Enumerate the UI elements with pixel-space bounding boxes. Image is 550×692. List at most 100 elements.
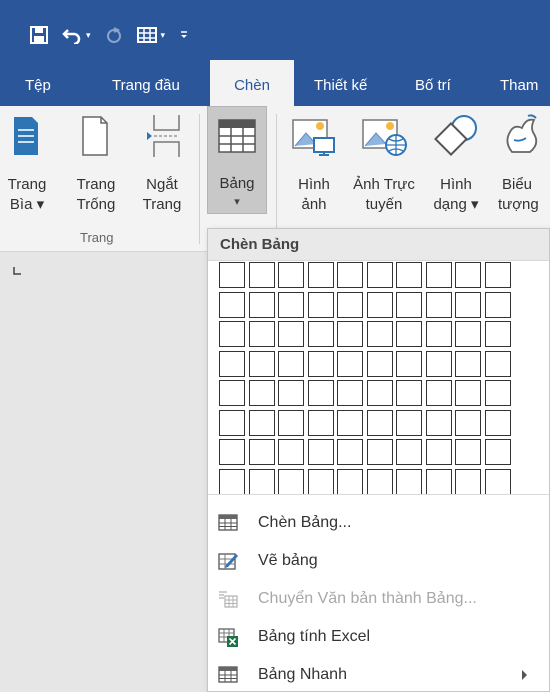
grid-cell[interactable] (248, 380, 275, 406)
grid-cell[interactable] (484, 468, 511, 495)
shapes-button[interactable]: Hình dạng ▾ (426, 106, 486, 226)
grid-cell[interactable] (366, 409, 393, 436)
icons-button[interactable]: Biểu tượng (490, 106, 550, 226)
grid-cell[interactable] (307, 321, 334, 347)
grid-cell[interactable] (455, 262, 481, 288)
grid-cell[interactable] (248, 409, 275, 436)
grid-cell[interactable] (337, 409, 363, 436)
grid-cell[interactable] (307, 291, 334, 318)
grid-cell[interactable] (455, 468, 481, 495)
grid-cell[interactable] (455, 439, 481, 465)
table-quick-button[interactable]: ▾ (136, 27, 166, 43)
grid-cell[interactable] (366, 380, 393, 406)
page-break-button[interactable]: Ngắt Trang (134, 106, 190, 226)
tab-chen[interactable]: Chèn (210, 60, 294, 108)
grid-cell[interactable] (337, 291, 363, 318)
grid-cell[interactable] (337, 262, 363, 288)
grid-cell[interactable] (219, 262, 245, 288)
grid-cell[interactable] (307, 409, 334, 436)
grid-cell[interactable] (278, 468, 304, 495)
grid-cell[interactable] (396, 439, 422, 465)
grid-cell[interactable] (278, 439, 304, 465)
menu-quick-tables[interactable]: Bảng Nhanh (208, 657, 549, 692)
grid-cell[interactable] (278, 409, 304, 436)
menu-excel-spreadsheet[interactable]: Bảng tính Excel (208, 619, 549, 655)
grid-cell[interactable] (248, 291, 275, 318)
grid-cell[interactable] (248, 262, 275, 288)
grid-cell[interactable] (396, 321, 422, 347)
grid-cell[interactable] (307, 468, 334, 495)
grid-cell[interactable] (455, 380, 481, 406)
chevron-down-icon[interactable]: ▾ (161, 30, 166, 41)
grid-cell[interactable] (425, 350, 452, 377)
grid-cell[interactable] (307, 262, 334, 288)
tab-trang-dau[interactable]: Trang đầu (112, 60, 180, 106)
grid-cell[interactable] (425, 380, 452, 406)
grid-cell[interactable] (278, 262, 304, 288)
grid-cell[interactable] (455, 350, 481, 377)
grid-cell[interactable] (307, 350, 334, 377)
grid-cell[interactable] (337, 380, 363, 406)
grid-cell[interactable] (248, 350, 275, 377)
grid-cell[interactable] (366, 262, 393, 288)
grid-cell[interactable] (455, 321, 481, 347)
grid-cell[interactable] (425, 291, 452, 318)
blank-page-button[interactable]: Trang Trống (70, 106, 122, 226)
grid-cell[interactable] (484, 380, 511, 406)
grid-cell[interactable] (337, 468, 363, 495)
grid-cell[interactable] (248, 439, 275, 465)
cover-page-button[interactable]: Trang Bìa ▾ (2, 106, 52, 226)
tab-stop-icon[interactable] (12, 266, 22, 279)
save-icon[interactable] (30, 26, 48, 44)
grid-cell[interactable] (219, 409, 245, 436)
grid-cell[interactable] (278, 291, 304, 318)
grid-cell[interactable] (396, 350, 422, 377)
grid-cell[interactable] (248, 321, 275, 347)
grid-cell[interactable] (425, 439, 452, 465)
grid-cell[interactable] (337, 350, 363, 377)
grid-cell[interactable] (396, 380, 422, 406)
grid-cell[interactable] (396, 262, 422, 288)
grid-cell[interactable] (396, 409, 422, 436)
grid-cell[interactable] (484, 291, 511, 318)
grid-cell[interactable] (219, 468, 245, 495)
grid-cell[interactable] (484, 321, 511, 347)
grid-cell[interactable] (278, 380, 304, 406)
grid-cell[interactable] (219, 291, 245, 318)
tab-tep[interactable]: Tệp (25, 60, 51, 106)
grid-cell[interactable] (307, 380, 334, 406)
tab-tham[interactable]: Tham (500, 60, 538, 106)
grid-cell[interactable] (455, 409, 481, 436)
menu-draw-table[interactable]: Vẽ bảng (208, 543, 549, 579)
grid-cell[interactable] (366, 439, 393, 465)
chevron-down-icon[interactable]: ▾ (86, 30, 91, 41)
grid-cell[interactable] (425, 262, 452, 288)
table-button[interactable]: Bảng ▾ (207, 106, 267, 214)
undo-button[interactable]: ▾ (62, 26, 91, 44)
tab-bo-tri[interactable]: Bố trí (415, 60, 451, 106)
grid-cell[interactable] (484, 262, 511, 288)
menu-insert-table[interactable]: Chèn Bảng... (208, 505, 549, 541)
grid-cell[interactable] (425, 468, 452, 495)
grid-cell[interactable] (278, 350, 304, 377)
online-pictures-button[interactable]: Ảnh Trực tuyến (344, 106, 424, 226)
grid-cell[interactable] (219, 439, 245, 465)
grid-cell[interactable] (278, 321, 304, 347)
grid-cell[interactable] (248, 468, 275, 495)
grid-cell[interactable] (219, 350, 245, 377)
grid-cell[interactable] (396, 468, 422, 495)
grid-cell[interactable] (219, 380, 245, 406)
grid-cell[interactable] (307, 439, 334, 465)
grid-cell[interactable] (366, 321, 393, 347)
grid-cell[interactable] (425, 409, 452, 436)
grid-cell[interactable] (337, 321, 363, 347)
grid-cell[interactable] (425, 321, 452, 347)
customize-qat-icon[interactable] (179, 29, 189, 41)
grid-cell[interactable] (484, 409, 511, 436)
grid-cell[interactable] (484, 350, 511, 377)
tab-thiet-ke[interactable]: Thiết kế (314, 60, 367, 106)
grid-cell[interactable] (337, 439, 363, 465)
grid-cell[interactable] (396, 291, 422, 318)
grid-cell[interactable] (366, 468, 393, 495)
pictures-button[interactable]: Hình ảnh (286, 106, 342, 226)
